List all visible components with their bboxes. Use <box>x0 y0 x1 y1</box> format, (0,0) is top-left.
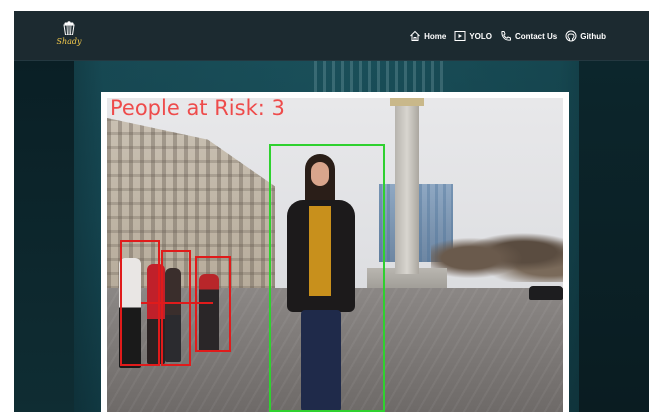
home-icon <box>410 30 420 41</box>
at-risk-person-box <box>195 256 231 352</box>
nav-link-label: Home <box>424 31 447 41</box>
github-icon <box>565 30 577 42</box>
nav-link-home[interactable]: Home <box>409 30 446 42</box>
logo[interactable]: Shady <box>54 21 84 53</box>
logo-text: Shady <box>56 37 82 46</box>
nav-link-yolo[interactable]: YOLO <box>454 30 492 42</box>
nav-link-label: Github <box>580 31 606 41</box>
video-column <box>395 98 419 274</box>
video-trees <box>431 222 563 282</box>
popcorn-icon <box>63 21 75 35</box>
at-risk-person-box <box>161 250 191 366</box>
navbar: Shady Home YOLO Contact Us Github <box>14 11 649 61</box>
video-car <box>529 286 563 300</box>
detection-video-frame: People at Risk: 3 <box>101 92 569 412</box>
nav-link-label: Contact Us <box>514 31 558 41</box>
video-column-cap <box>390 98 424 106</box>
background-building-left <box>14 60 74 412</box>
nav-link-label: YOLO <box>469 31 492 41</box>
background-building-right <box>579 60 649 412</box>
app-window: Shady Home YOLO Contact Us Github People… <box>14 11 649 412</box>
nav-links: Home YOLO Contact Us Github <box>409 30 606 42</box>
risk-connection-line <box>141 302 175 304</box>
nav-link-contact[interactable]: Contact Us <box>500 30 557 42</box>
people-at-risk-label: People at Risk: 3 <box>110 96 285 120</box>
play-icon <box>454 31 466 41</box>
nav-link-github[interactable]: Github <box>565 30 606 42</box>
phone-icon <box>501 31 511 41</box>
risk-connection-line <box>175 302 213 304</box>
safe-person-box <box>269 144 385 412</box>
